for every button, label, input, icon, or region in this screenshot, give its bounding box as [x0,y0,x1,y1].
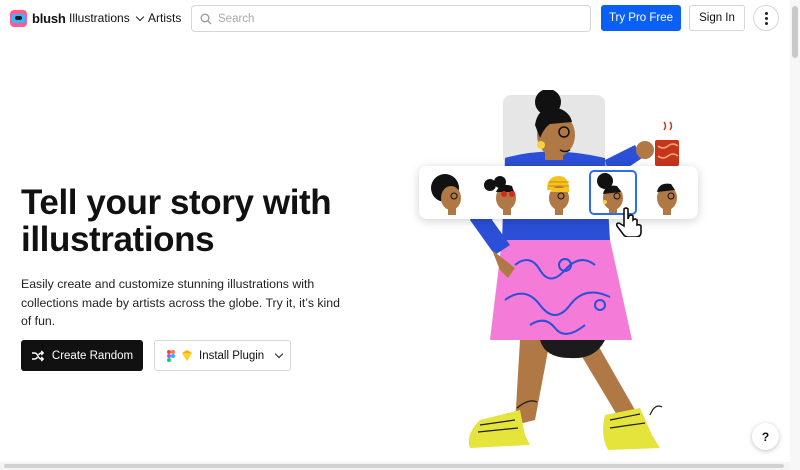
brand-name: blush [32,11,66,26]
try-pro-button[interactable]: Try Pro Free [601,5,681,31]
search-input[interactable] [218,12,578,25]
install-plugin-button[interactable]: Install Plugin [154,340,291,371]
variant-option[interactable] [533,170,581,215]
hand-cursor-icon [616,207,642,237]
nav-artists[interactable]: Artists [148,11,181,25]
variant-option[interactable] [643,170,691,215]
sign-in-button[interactable]: Sign In [689,5,745,31]
hero-subtitle: Easily create and customize stunning ill… [21,277,340,328]
hero-illustration [468,90,679,450]
nav-artists-label: Artists [148,11,182,25]
kebab-icon [764,11,768,15]
sketch-icon [182,350,192,361]
horizontal-scrollbar[interactable] [0,462,790,470]
nav-illustrations-label: Illustrations [69,11,130,25]
chevron-down-icon [135,12,144,21]
logo-icon [10,10,27,27]
brand-logo[interactable]: blush [10,10,66,27]
variant-picker [419,166,698,219]
top-nav: blush Illustrations Artists Try Pro Free… [0,0,790,36]
figma-icon [167,349,175,362]
nav-illustrations[interactable]: Illustrations [69,11,144,25]
install-plugin-label: Install Plugin [199,349,265,362]
create-random-button[interactable]: Create Random [21,340,143,371]
vertical-scrollbar[interactable] [790,0,800,470]
search-bar[interactable] [191,5,591,32]
chevron-down-icon[interactable] [274,349,284,359]
variant-option[interactable] [423,170,471,215]
help-button[interactable]: ? [752,423,779,450]
variant-option[interactable] [478,170,526,215]
shuffle-icon [31,350,44,361]
search-icon [200,13,212,24]
more-menu-button[interactable] [753,5,779,31]
hero-title: Tell your story with illustrations [21,183,332,259]
create-random-label: Create Random [51,349,134,362]
